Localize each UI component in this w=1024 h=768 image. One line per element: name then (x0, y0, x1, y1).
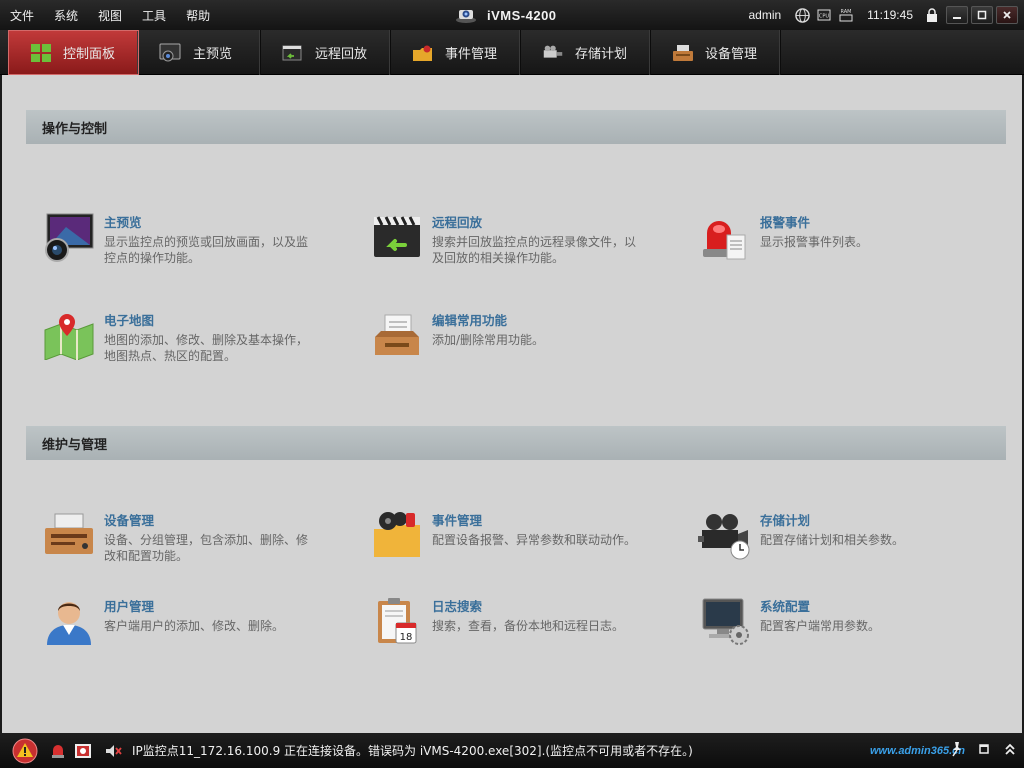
feature-title[interactable]: 主预览 (104, 212, 319, 231)
app-title-text: iVMS-4200 (487, 7, 557, 23)
storage-schedule-icon (696, 506, 754, 564)
title-right-area: admin CPU RAM 11:19:45 (748, 0, 1024, 30)
feature-device-management[interactable]: 设备管理 设备、分组管理，包含添加、删除、修改和配置功能。 (40, 506, 319, 564)
feature-user-management[interactable]: 用户管理 客户端用户的添加、修改、删除。 (40, 592, 319, 650)
feature-event-management[interactable]: 事件管理 配置设备报警、异常参数和联动动作。 (368, 506, 647, 564)
feature-description: 搜索并回放监控点的远程录像文件，以及回放的相关操作功能。 (432, 235, 637, 265)
feature-system-config[interactable]: 系统配置 配置客户端常用参数。 (696, 592, 975, 650)
device-management-icon (40, 506, 98, 564)
tab-storage-schedule[interactable]: 存储计划 (521, 30, 651, 75)
tab-label: 主预览 (193, 47, 233, 62)
close-button[interactable] (996, 6, 1018, 24)
tab-label: 控制面板 (63, 47, 116, 62)
feature-title[interactable]: 报警事件 (760, 212, 975, 231)
feature-edit-common-functions[interactable]: 编辑常用功能 添加/删除常用功能。 (368, 306, 647, 364)
dashboard-icon (29, 42, 53, 64)
playback-icon (281, 42, 305, 64)
alarm-icon (696, 208, 754, 266)
lock-icon[interactable] (924, 7, 940, 23)
live-view-icon (40, 208, 98, 266)
feature-description: 客户端用户的添加、修改、删除。 (104, 619, 285, 633)
feature-description: 地图的添加、修改、删除及基本操作，地图热点、热区的配置。 (104, 333, 309, 363)
device-icon (671, 42, 695, 64)
ram-icon: RAM (838, 7, 854, 23)
remote-playback-icon (368, 208, 426, 266)
menu-bar: 文件 系统 视图 工具 帮助 (0, 0, 220, 30)
menu-view[interactable]: 视图 (88, 7, 132, 24)
feature-title[interactable]: 用户管理 (104, 596, 319, 615)
menu-system[interactable]: 系统 (44, 7, 88, 24)
status-message: IP监控点11_172.16.100.9 正在连接设备。错误码为 iVMS-42… (132, 744, 693, 758)
feature-description: 配置客户端常用参数。 (760, 619, 881, 633)
feature-log-search[interactable]: 18 日志搜索 搜索，查看，备份本地和远程日志。 (368, 592, 647, 650)
event-icon (411, 42, 435, 64)
feature-title[interactable]: 存储计划 (760, 510, 975, 529)
tab-control-panel[interactable]: 控制面板 (8, 30, 139, 75)
alarm-status-icon[interactable] (50, 743, 66, 759)
system-config-icon (696, 592, 754, 650)
status-bar: IP监控点11_172.16.100.9 正在连接设备。错误码为 iVMS-42… (0, 733, 1024, 768)
feature-description: 添加/删除常用功能。 (432, 333, 545, 347)
feature-remote-playback[interactable]: 远程回放 搜索并回放监控点的远程录像文件，以及回放的相关操作功能。 (368, 208, 647, 266)
tab-event-management[interactable]: 事件管理 (391, 30, 521, 75)
feature-main-preview[interactable]: 主预览 显示监控点的预览或回放画面，以及监控点的操作功能。 (40, 208, 319, 266)
mute-icon[interactable] (104, 743, 122, 759)
user-management-icon (40, 592, 98, 650)
svg-text:18: 18 (400, 632, 413, 643)
app-title: iVMS-4200 (455, 0, 557, 30)
feature-description: 配置存储计划和相关参数。 (760, 533, 905, 547)
minimize-button[interactable] (946, 6, 968, 24)
event-management-icon (368, 506, 426, 564)
tab-label: 存储计划 (575, 47, 628, 62)
feature-title[interactable]: 编辑常用功能 (432, 310, 647, 329)
section-header-operation: 操作与控制 (26, 110, 1006, 144)
feature-description: 显示监控点的预览或回放画面，以及监控点的操作功能。 (104, 235, 309, 265)
menu-tools[interactable]: 工具 (132, 7, 176, 24)
control-panel-content: 操作与控制 主预览 显示监控点的预览或回放画面，以及监控点的操作功能。 远程回放… (2, 75, 1022, 733)
feature-title[interactable]: 远程回放 (432, 212, 647, 231)
main-toolbar: 控制面板 主预览 远程回放 事件管理 存储计划 设备管理 (0, 30, 1024, 75)
log-search-icon: 18 (368, 592, 426, 650)
feature-description: 设备、分组管理，包含添加、删除、修改和配置功能。 (104, 533, 309, 563)
clock: 11:19:45 (867, 8, 913, 22)
warning-icon[interactable] (12, 738, 38, 764)
pin-icon[interactable] (950, 741, 964, 760)
map-icon (40, 306, 98, 364)
feature-description: 配置设备报警、异常参数和联动动作。 (432, 533, 637, 547)
event-status-icon[interactable] (74, 743, 92, 759)
menu-file[interactable]: 文件 (0, 7, 44, 24)
tab-label: 设备管理 (705, 47, 758, 62)
status-bar-right (950, 733, 1016, 768)
feature-title[interactable]: 日志搜索 (432, 596, 647, 615)
title-bar: 文件 系统 视图 工具 帮助 iVMS-4200 admin CPU RAM 1… (0, 0, 1024, 30)
cpu-icon: CPU (816, 7, 832, 23)
feature-title[interactable]: 设备管理 (104, 510, 319, 529)
tab-label: 远程回放 (315, 47, 368, 62)
feature-e-map[interactable]: 电子地图 地图的添加、修改、删除及基本操作，地图热点、热区的配置。 (40, 306, 319, 364)
feature-description: 搜索，查看，备份本地和远程日志。 (432, 619, 625, 633)
tab-remote-playback[interactable]: 远程回放 (261, 30, 391, 75)
monitor-icon (159, 42, 183, 64)
cpu-label: CPU (819, 14, 830, 20)
storage-icon (541, 42, 565, 64)
edit-functions-icon (368, 306, 426, 364)
section-header-maintenance: 维护与管理 (26, 426, 1006, 460)
camera-logo-icon (455, 4, 477, 27)
feature-title[interactable]: 电子地图 (104, 310, 319, 329)
feature-title[interactable]: 系统配置 (760, 596, 975, 615)
restore-icon[interactable] (978, 743, 990, 758)
menu-help[interactable]: 帮助 (176, 7, 220, 24)
chevron-up-icon[interactable] (1004, 742, 1016, 759)
feature-title[interactable]: 事件管理 (432, 510, 647, 529)
user-name: admin (748, 8, 782, 22)
feature-description: 显示报警事件列表。 (760, 235, 869, 249)
feature-storage-schedule[interactable]: 存储计划 配置存储计划和相关参数。 (696, 506, 975, 564)
tab-label: 事件管理 (445, 47, 498, 62)
ram-label: RAM (841, 9, 852, 15)
globe-icon[interactable] (794, 7, 810, 23)
tab-main-preview[interactable]: 主预览 (139, 30, 261, 75)
feature-alarm-event[interactable]: 报警事件 显示报警事件列表。 (696, 208, 975, 266)
tab-device-management[interactable]: 设备管理 (651, 30, 781, 75)
maximize-button[interactable] (971, 6, 993, 24)
